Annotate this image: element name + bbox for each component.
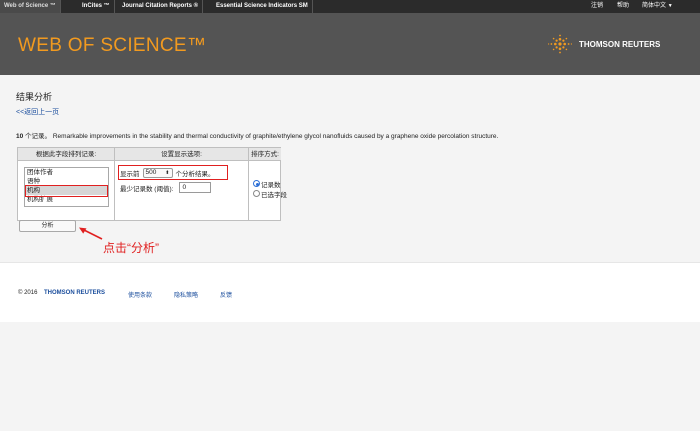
thomson-reuters-logo-icon — [548, 34, 572, 54]
radio-selected-icon[interactable] — [253, 180, 260, 187]
sort-option-label: 已选字段 — [261, 191, 287, 199]
annotation-click-analyze: 点击“分析” — [103, 241, 159, 255]
display-options-column: 设置显示选项: 显示前 500 ⬍ 个分析结果。 最少记录数 (阈值): 0 — [115, 148, 248, 220]
back-link[interactable]: <<返回上一页 — [16, 107, 59, 117]
sort-by-header: 排序方式: — [249, 148, 281, 161]
thomson-reuters-name: THOMSON REUTERS — [579, 39, 661, 49]
footer-link-feedback[interactable]: 反馈 — [220, 290, 232, 299]
record-title: Remarkable improvements in the stability… — [51, 133, 499, 140]
radio-unselected-icon[interactable] — [253, 190, 260, 197]
analysis-options-table: 根据此字段排列记录: 团体作者 语种 机构 机构扩展 设置显示选项: 显示前 5… — [17, 147, 287, 221]
highlight-box-organization — [25, 185, 108, 197]
footer-link-privacy[interactable]: 隐私策略 — [174, 290, 198, 299]
header-banner: WEB OF SCIENCE™ THOMSON REUTERS — [0, 13, 700, 75]
sort-by-column: 排序方式: 记录数 已选字段 — [249, 148, 287, 220]
tab-journal-citation-reports[interactable]: Journal Citation Reports ® — [118, 0, 204, 13]
language-label: 简体中文 — [642, 3, 667, 9]
sort-option-record-count[interactable]: 记录数 — [253, 179, 281, 189]
display-options-header: 设置显示选项: — [115, 148, 248, 161]
top-nav-bar: Web of Science ™ InCites ™ Journal Citat… — [0, 0, 700, 13]
chevron-down-icon: ▼ — [667, 3, 673, 9]
min-records-row: 最少记录数 (阈值): 0 — [120, 182, 212, 193]
footer-link-terms[interactable]: 使用条款 — [128, 290, 152, 299]
help-link[interactable]: 帮助 — [617, 0, 629, 13]
annotation-arrow-icon — [79, 227, 103, 240]
tab-incites[interactable]: InCites ™ — [78, 0, 115, 13]
sort-option-selected-field[interactable]: 已选字段 — [253, 189, 287, 199]
results-summary: 10 个记录。 Remarkable improvements in the s… — [16, 130, 498, 140]
logout-link[interactable]: 注销 — [591, 0, 603, 13]
sort-option-label: 记录数 — [261, 181, 281, 189]
field-option-group-author[interactable]: 团体作者 — [25, 168, 108, 177]
footer: © 2016 THOMSON REUTERS 使用条款 隐私策略 反馈 — [0, 262, 700, 322]
page-title: 结果分析 — [16, 92, 53, 102]
footer-brand[interactable]: THOMSON REUTERS — [44, 290, 105, 296]
page-bottom-area — [0, 322, 700, 431]
main-content: 结果分析 <<返回上一页 10 个记录。 Remarkable improvem… — [0, 75, 700, 262]
thomson-reuters-logo: THOMSON REUTERS — [547, 34, 660, 54]
min-records-label: 最少记录数 (阈值): — [120, 185, 174, 193]
analyze-button[interactable]: 分析 — [19, 220, 76, 232]
language-selector[interactable]: 简体中文 ▼ — [642, 0, 673, 13]
rank-field-column: 根据此字段排列记录: 团体作者 语种 机构 机构扩展 — [18, 148, 114, 220]
highlight-box-display-count — [118, 165, 228, 180]
tab-essential-science-indicators[interactable]: Essential Science Indicators SM — [212, 0, 313, 13]
tab-web-of-science[interactable]: Web of Science ™ — [0, 0, 61, 13]
web-of-science-logo[interactable]: WEB OF SCIENCE™ — [18, 35, 206, 57]
rank-field-header: 根据此字段排列记录: — [18, 148, 114, 161]
footer-copyright: © 2016 — [18, 290, 38, 296]
min-records-input[interactable]: 0 — [179, 182, 212, 193]
record-unit: 个记录。 — [23, 133, 52, 140]
